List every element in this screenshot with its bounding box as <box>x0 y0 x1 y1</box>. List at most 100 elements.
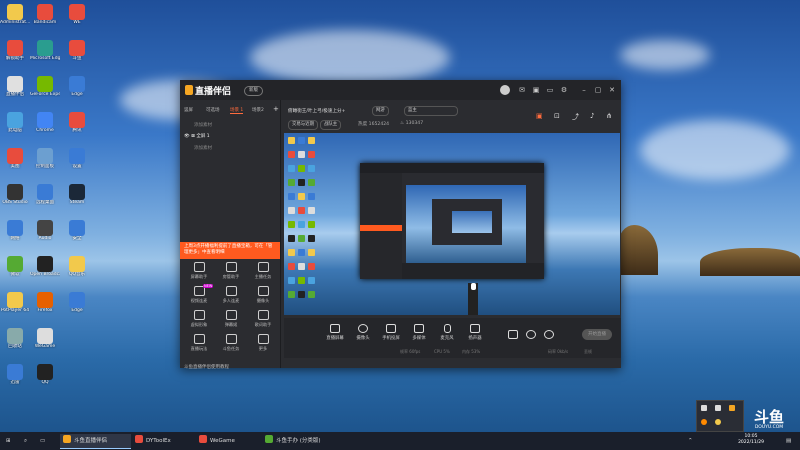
desktop-icon[interactable]: 此电脑 <box>0 112 30 146</box>
desktop-icon[interactable]: Chrome <box>30 112 60 146</box>
phone-cast-button[interactable]: 手机投屏 <box>380 324 402 341</box>
tool-button[interactable]: 房管助手 <box>216 262 246 284</box>
camera-button[interactable]: 摄像头 <box>352 324 374 341</box>
desktop-icon[interactable]: Administrat... <box>0 4 30 38</box>
tool-button[interactable]: 屏幕助手 <box>184 262 214 284</box>
room-title[interactable]: 俯瞰街王/叶上弓/极速上分+ <box>288 108 345 114</box>
screen-capture-button[interactable]: 直播屏幕 <box>324 324 346 341</box>
add-source-row[interactable]: 添加素材 <box>194 122 212 128</box>
category-pill[interactable]: 网游 <box>372 106 389 116</box>
desktop-icon[interactable]: Edge <box>62 76 92 110</box>
tool-button[interactable]: 斗鱼任务 <box>216 334 246 356</box>
tool-button[interactable]: 歌词助手 <box>248 310 278 332</box>
tool-button[interactable]: 摄像头 <box>248 286 278 308</box>
desktop-icon[interactable]: 直播伴侣 <box>0 76 30 110</box>
desktop-icon[interactable]: Open Broadcas... <box>30 256 60 290</box>
desktop-icon[interactable]: Bandicam <box>30 4 60 38</box>
minimize-icon[interactable]: – <box>580 86 588 94</box>
desktop-icon[interactable]: 腾讯 <box>62 112 92 146</box>
clock[interactable]: 10:05 2022/11/29 <box>738 434 764 446</box>
tray-expand-icon[interactable]: ⌃ <box>688 434 693 448</box>
tool-button[interactable]: 虚拟形象 <box>184 310 214 332</box>
desktop-icon[interactable]: Firefox <box>30 292 60 326</box>
tray-icon[interactable] <box>701 405 707 411</box>
speaker-button[interactable]: 扬声器 <box>464 324 486 341</box>
maximize-icon[interactable]: ▢ <box>594 86 602 94</box>
lock-icon[interactable]: ⊡ <box>554 112 560 120</box>
desktop-icon[interactable]: PotPlayer 64 <box>0 292 30 326</box>
desktop-icon[interactable]: 网络 <box>0 220 30 254</box>
tab-portrait[interactable]: 竖屏 <box>184 107 193 113</box>
desktop-icon[interactable]: GeForce Experience <box>30 76 60 110</box>
taskbar-app-button[interactable]: WeGame <box>196 434 261 448</box>
desktop-icon[interactable]: 设置 <box>62 148 92 182</box>
anchor-pill[interactable]: 蓝主 <box>404 106 458 116</box>
desktop-icon-label: Microsoft Edge <box>30 56 60 61</box>
desktop-icon-label: Edge <box>71 308 83 313</box>
microphone-button[interactable]: 麦克风 <box>436 324 458 341</box>
link-icon[interactable]: ⋔ <box>606 112 612 120</box>
desktop-icon[interactable]: 斗鱼 <box>62 40 92 74</box>
version-badge[interactable]: 新版 <box>244 86 263 96</box>
desktop-icon-label: QQ <box>41 380 49 385</box>
tray-popup <box>696 400 744 432</box>
taskbar-app-button[interactable]: 斗鱼手办 (分类版) <box>262 434 337 448</box>
tab-optional[interactable]: 可选场 <box>206 107 220 113</box>
tray-icon[interactable] <box>715 419 721 425</box>
search-icon[interactable]: ⌕ <box>24 434 27 448</box>
add-source-row[interactable]: 添加素材 <box>194 145 212 151</box>
bell-icon[interactable]: ♪ <box>590 112 594 120</box>
desktop-icon[interactable]: OBS Studio <box>0 184 30 218</box>
desktop-icon[interactable]: 迅雷 <box>0 364 30 398</box>
desktop-icon[interactable]: WeGame <box>30 328 60 362</box>
desktop-icon[interactable]: Audio <box>30 220 60 254</box>
tool-button[interactable]: 视频连麦 NEW <box>184 284 214 308</box>
screen-icon[interactable]: ▭ <box>546 86 554 94</box>
desktop-icon[interactable]: 美图 <box>0 148 30 182</box>
gift-icon[interactable]: ▣ <box>532 86 540 94</box>
tool-button[interactable]: 主播任务 <box>248 262 278 284</box>
tool-button[interactable]: 直播玩法 <box>184 334 214 356</box>
add-scene-icon[interactable]: + <box>273 105 279 113</box>
tool-button[interactable]: 弹幕姬 <box>216 310 246 332</box>
desktop-icon[interactable]: QQ <box>30 364 60 398</box>
tab-scene-2[interactable]: 场景2 <box>252 107 264 113</box>
stats-left-pill[interactable]: 交易与近期 <box>288 120 318 130</box>
tray-icon[interactable] <box>701 419 707 425</box>
start-button[interactable]: ⊞ <box>6 434 11 448</box>
desktop-icon[interactable]: QQ音乐 <box>62 256 92 290</box>
desktop-icon[interactable]: Microsoft Edge <box>30 40 60 74</box>
source-row-fullscreen[interactable]: 👁 ⊠ 全屏 1 <box>184 133 210 139</box>
desktop-icon[interactable]: Edge <box>62 292 92 326</box>
tool-button[interactable]: 更多 <box>248 334 278 356</box>
desktop-icon[interactable]: 控制面板 <box>30 148 60 182</box>
taskbar-app-button[interactable]: 斗鱼直播伴侣 <box>60 434 131 449</box>
desktop-icon[interactable]: WE <box>62 4 92 38</box>
taskbar-app-button[interactable]: DYToolEx <box>132 434 195 448</box>
start-live-button[interactable]: 开始直播 <box>582 329 612 340</box>
notification-icon[interactable]: ▣ <box>536 112 543 120</box>
avatar[interactable] <box>500 85 510 95</box>
settings-icon[interactable]: ⚙ <box>560 86 568 94</box>
desktop-icon[interactable]: 微软 <box>0 256 30 290</box>
desktop-icon[interactable]: 远程桌面 <box>30 184 60 218</box>
stream-preview[interactable] <box>284 133 620 315</box>
desktop-icon[interactable]: 解锁助手 <box>0 40 30 74</box>
task-view-icon[interactable]: ▭ <box>40 434 45 448</box>
tab-scene-1[interactable]: 场景 1 <box>230 107 244 114</box>
desktop-icon[interactable]: Steam <box>62 184 92 218</box>
close-icon[interactable]: ✕ <box>608 86 616 94</box>
desktop-icon[interactable]: 安全 <box>62 220 92 254</box>
share-icon[interactable]: ⤴ <box>572 112 579 122</box>
settings-icon[interactable] <box>538 330 560 339</box>
desktop-icon[interactable]: 回收站 <box>0 328 30 362</box>
notification-icon[interactable]: ▤ <box>786 434 791 448</box>
media-button[interactable]: 多媒体 <box>408 324 430 341</box>
tutorial-link[interactable]: 斗鱼直播伴侣使用教程 <box>184 364 229 370</box>
tray-icon[interactable] <box>715 405 721 411</box>
stats-mid-pill[interactable]: 战队主 <box>320 120 342 130</box>
tool-button[interactable]: 多人连麦 <box>216 286 246 308</box>
message-icon[interactable]: ✉ <box>518 86 526 94</box>
tray-icon[interactable] <box>729 405 735 411</box>
promo-banner[interactable]: 上周3点开播福利提前了直播宝箱，可在「管理更多」中查看明细 <box>180 242 280 259</box>
